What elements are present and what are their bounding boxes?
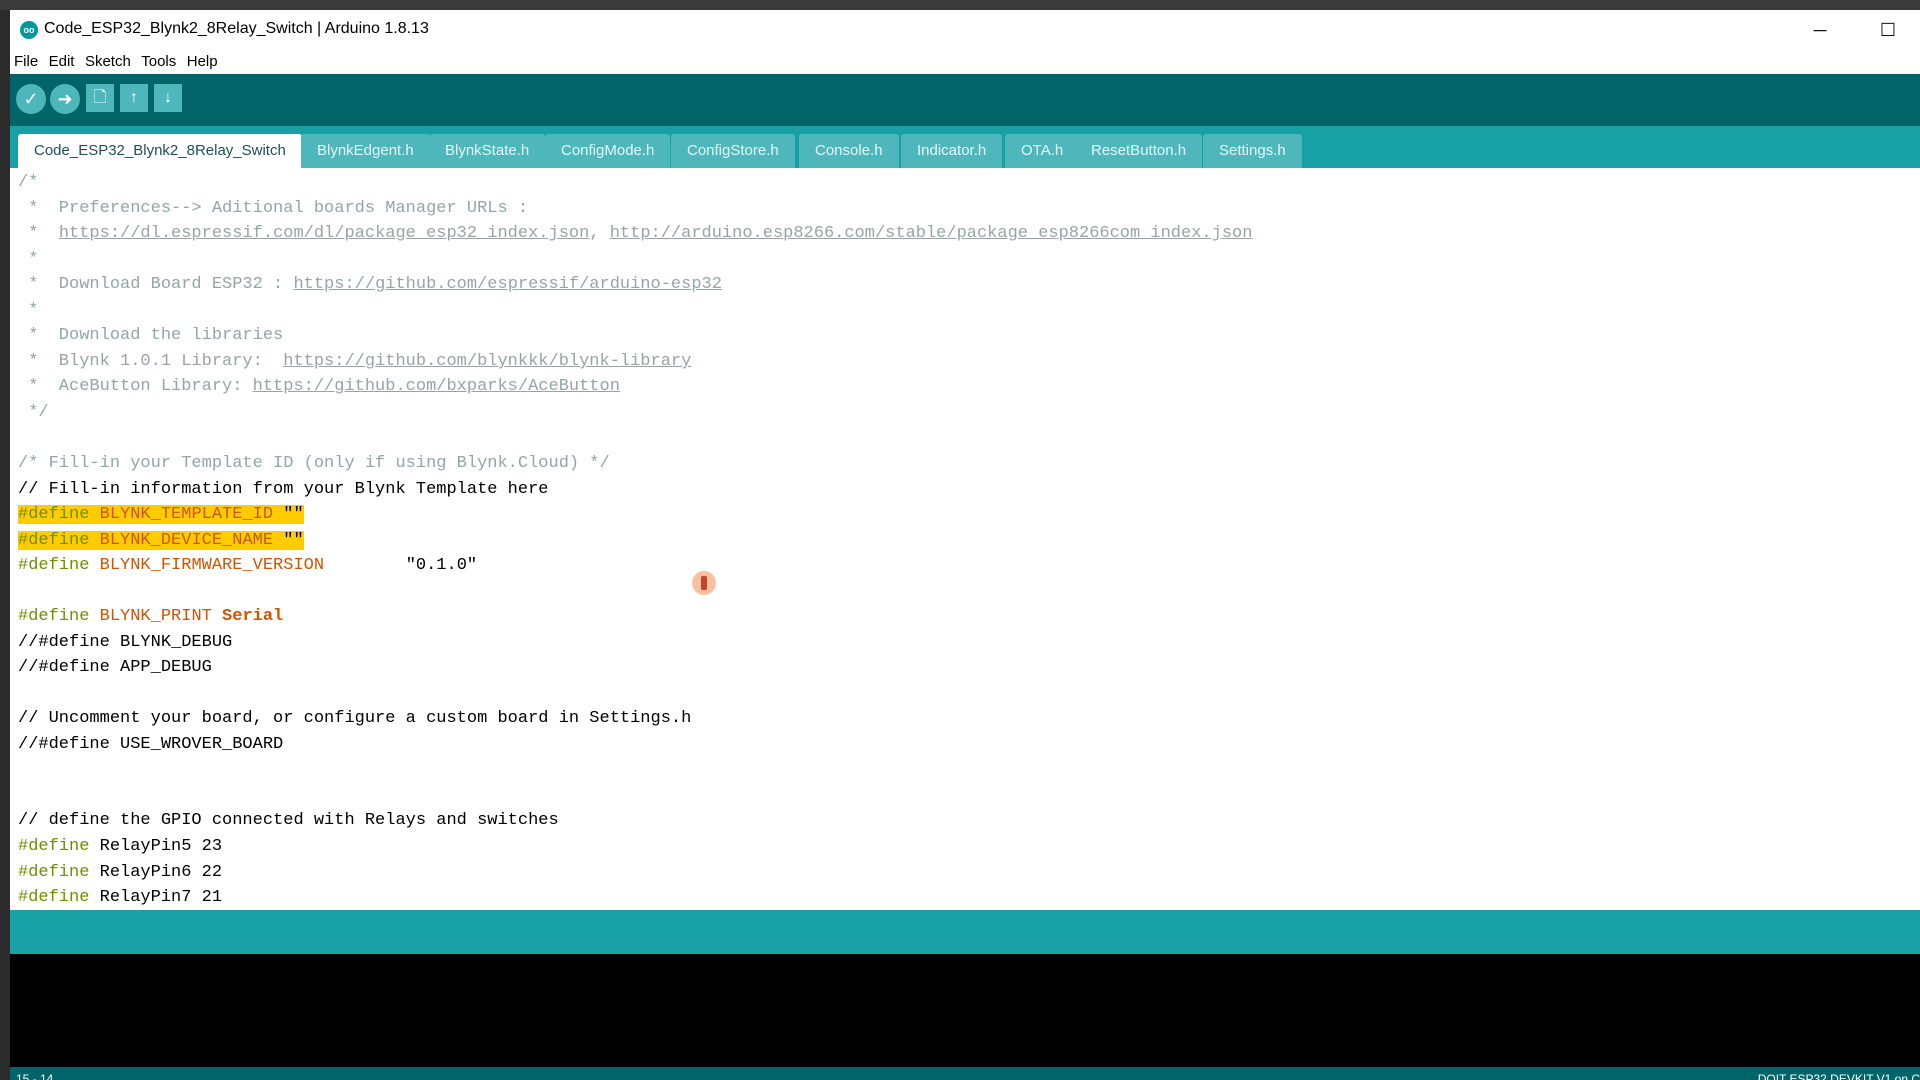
esp32-index-url-link[interactable]: https://dl.espressif.com/dl/package_esp3… (59, 224, 590, 243)
define-body: RelayPin6 22 (99, 863, 223, 882)
cursor-line-position: 15 - 14 (16, 1072, 54, 1080)
code-line-6: * (18, 301, 39, 320)
define-body: RelayPin7 21 (99, 888, 223, 907)
menu-tools[interactable]: Tools (139, 50, 178, 74)
menu-file[interactable]: File (12, 50, 40, 74)
toolbar: ✓ ➜ 🗋 ↑ ↓ (10, 74, 1920, 126)
define-keyword: #define (18, 888, 90, 907)
define-keyword: #define (18, 505, 90, 524)
upload-icon[interactable]: ➜ (50, 84, 80, 114)
macro-value: "0.1.0" (405, 556, 478, 575)
desktop-left-edge (0, 10, 10, 1080)
code-line-2: * Preferences--> Aditional boards Manage… (18, 199, 529, 218)
define-keyword: #define (18, 837, 90, 856)
code-line-7: * Download the libraries (18, 326, 284, 345)
new-sketch-icon[interactable]: 🗋 (86, 84, 114, 112)
title-bar: oo Code_ESP32_Blynk2_8Relay_Switch | Ard… (10, 10, 1920, 50)
code-line-8: * Blynk 1.0.1 Library: https://github.co… (18, 351, 691, 373)
define-keyword: #define (18, 863, 90, 882)
macro-value: Serial (222, 607, 284, 626)
open-sketch-icon[interactable]: ↑ (120, 84, 148, 112)
macro-name: BLYNK_FIRMWARE_VERSION (99, 556, 325, 575)
tab-indicator[interactable]: Indicator.h (901, 134, 1003, 168)
tab-main-sketch[interactable]: Code_ESP32_Blynk2_8Relay_Switch (18, 134, 302, 168)
tab-configstore[interactable]: ConfigStore.h (671, 134, 795, 168)
code-line-13: // Fill-in information from your Blynk T… (18, 480, 549, 499)
menu-edit[interactable]: Edit (47, 50, 77, 74)
message-status-bar (10, 910, 1920, 954)
code-line-26: // define the GPIO connected with Relays… (18, 811, 559, 830)
define-keyword: #define (18, 556, 90, 575)
code-line-28: #define RelayPin6 22 (18, 862, 222, 884)
mouse-cursor-icon (692, 571, 716, 595)
code-line-22: // Uncomment your board, or configure a … (18, 709, 692, 728)
code-line-1: /* (18, 173, 39, 192)
maximize-button[interactable]: ☐ (1868, 16, 1908, 44)
define-keyword: #define (18, 607, 90, 626)
define-keyword: #define (18, 531, 90, 550)
code-line-23: //#define USE_WROVER_BOARD (18, 735, 284, 754)
tab-ota[interactable]: OTA.h (1005, 134, 1080, 168)
background-strip (0, 0, 1920, 10)
output-console (10, 954, 1920, 1067)
board-info: DOIT ESP32 DEVKIT V1 on C (1757, 1072, 1920, 1080)
code-editor[interactable]: /* * Preferences--> Aditional boards Man… (10, 168, 1920, 910)
code-line-19: //#define BLYNK_DEBUG (18, 633, 233, 652)
code-line-20: //#define APP_DEBUG (18, 658, 212, 677)
tab-resetbutton[interactable]: ResetButton.h (1075, 134, 1203, 168)
esp8266-index-url-link[interactable]: http://arduino.esp8266.com/stable/packag… (610, 224, 1253, 243)
comment-text: * (18, 224, 59, 243)
blynk-library-url-link[interactable]: https://github.com/blynkkk/blynk-library (283, 352, 691, 371)
tab-configmode[interactable]: ConfigMode.h (545, 134, 671, 168)
menu-bar: File Edit Sketch Tools Help (10, 50, 1920, 74)
acebutton-url-link[interactable]: https://github.com/bxparks/AceButton (253, 377, 620, 396)
arduino-logo-icon: oo (20, 21, 38, 39)
define-body: RelayPin5 23 (99, 837, 223, 856)
tab-blynkstate[interactable]: BlynkState.h (429, 134, 546, 168)
arduino-ide-window: oo Code_ESP32_Blynk2_8Relay_Switch | Ard… (10, 10, 1920, 1080)
macro-name: BLYNK_PRINT (99, 607, 212, 626)
tab-console[interactable]: Console.h (799, 134, 899, 168)
save-sketch-icon[interactable]: ↓ (154, 84, 182, 112)
tab-settings[interactable]: Settings.h (1203, 134, 1302, 168)
code-line-4: * (18, 250, 39, 269)
macro-value: "" (283, 531, 304, 550)
minimize-button[interactable]: ─ (1800, 16, 1840, 44)
code-line-18: #define BLYNK_PRINT Serial (18, 606, 283, 628)
arduino-esp32-url-link[interactable]: https://github.com/espressif/arduino-esp… (293, 275, 721, 294)
code-line-27: #define RelayPin5 23 (18, 836, 222, 858)
code-line-12: /* Fill-in your Template ID (only if usi… (18, 454, 610, 473)
code-line-9: * AceButton Library: https://github.com/… (18, 376, 620, 398)
comment-text: * Blynk 1.0.1 Library: (18, 352, 284, 371)
bottom-status-bar: 15 - 14 DOIT ESP32 DEVKIT V1 on C (10, 1067, 1920, 1080)
menu-sketch[interactable]: Sketch (83, 50, 133, 74)
code-line-10: */ (18, 403, 49, 422)
code-line-5: * Download Board ESP32 : https://github.… (18, 274, 722, 296)
code-line-29: #define RelayPin7 21 (18, 887, 222, 909)
macro-value: "" (283, 505, 304, 524)
file-tab-bar: Code_ESP32_Blynk2_8Relay_Switch BlynkEdg… (10, 126, 1920, 168)
code-line-16: #define BLYNK_FIRMWARE_VERSION "0.1.0" (18, 555, 477, 577)
menu-help[interactable]: Help (185, 50, 220, 74)
comment-text: , (589, 224, 610, 243)
code-line-14: #define BLYNK_TEMPLATE_ID "" (18, 504, 304, 526)
comment-text: * AceButton Library: (18, 377, 253, 396)
window-title: Code_ESP32_Blynk2_8Relay_Switch | Arduin… (44, 20, 429, 37)
code-line-15: #define BLYNK_DEVICE_NAME "" (18, 530, 304, 552)
tab-blynkedgent[interactable]: BlynkEdgent.h (301, 134, 430, 168)
macro-name: BLYNK_DEVICE_NAME (99, 531, 274, 550)
code-line-3: * https://dl.espressif.com/dl/package_es… (18, 223, 1252, 245)
macro-name: BLYNK_TEMPLATE_ID (99, 505, 274, 524)
comment-text: * Download Board ESP32 : (18, 275, 294, 294)
verify-icon[interactable]: ✓ (16, 84, 46, 114)
